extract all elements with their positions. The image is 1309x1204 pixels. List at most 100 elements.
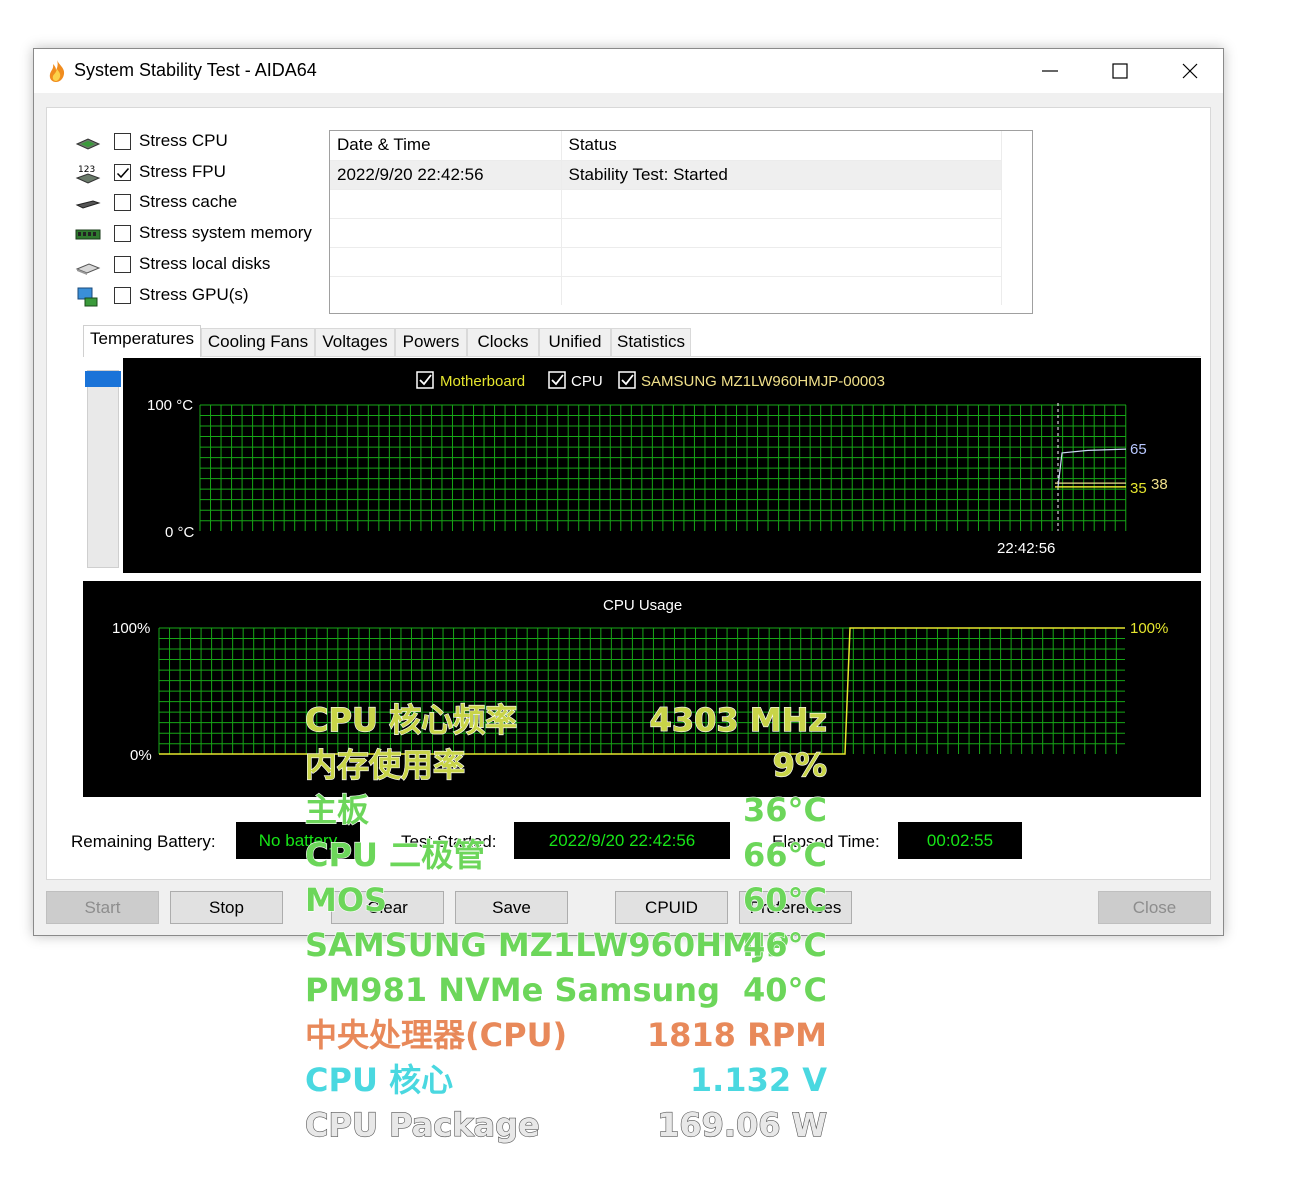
log-empty-row	[330, 189, 1002, 219]
legend-motherboard-label: Motherboard	[440, 373, 525, 390]
close-window-button[interactable]	[1155, 49, 1225, 93]
osd-label: 中央处理器(CPU)	[304, 1015, 568, 1054]
log-empty-row	[330, 218, 1002, 248]
osd-row-cpu-voltage: CPU 核心 1.132 V	[304, 1058, 827, 1102]
log-cell-status: Stability Test: Started	[561, 160, 1002, 190]
osd-row-cpu-package-power: CPU Package 169.06 W	[304, 1103, 827, 1147]
tab-cooling-fans[interactable]: Cooling Fans	[201, 328, 315, 356]
svg-text:123: 123	[78, 165, 95, 175]
aida64-flame-icon	[49, 60, 65, 82]
legend-ssd[interactable]: SAMSUNG MZ1LW960HMJP-00003	[618, 371, 885, 390]
cpu-current-value: 65	[1130, 441, 1147, 458]
cpu-usage-grid	[158, 627, 1125, 754]
tab-unified[interactable]: Unified	[539, 328, 611, 356]
stress-disks-checkbox[interactable]	[114, 256, 131, 273]
osd-row-cpu-fan: 中央处理器(CPU) 1818 RPM	[304, 1013, 827, 1057]
start-button[interactable]: Start	[46, 891, 159, 924]
osd-label: CPU Package	[304, 1105, 540, 1144]
stress-cpu-label: Stress CPU	[139, 131, 228, 150]
temperature-grid	[199, 404, 1127, 531]
close-icon	[1182, 63, 1198, 79]
stress-gpu-checkbox[interactable]	[114, 287, 131, 304]
temperature-chart-svg: Motherboard CPU SAMSUNG MZ1LW960HMJP-000…	[147, 371, 1168, 557]
log-row[interactable]: 2022/9/20 22:42:56 Stability Test: Start…	[330, 160, 1002, 190]
preferences-button[interactable]: Preferences	[739, 891, 852, 924]
minimize-button[interactable]	[1015, 49, 1085, 93]
legend-cpu[interactable]: CPU	[548, 371, 603, 390]
log-header-row: Date & Time Status	[330, 131, 1002, 161]
stability-test-window: System Stability Test - AIDA64 Stress CP…	[33, 48, 1224, 936]
tab-strip-line	[83, 356, 1201, 357]
stop-button[interactable]: Stop	[170, 891, 283, 924]
remaining-battery-value: No battery	[236, 822, 360, 859]
log-empty-row	[330, 247, 1002, 277]
clear-button[interactable]: Clear	[331, 891, 444, 924]
close-button[interactable]: Close	[1098, 891, 1211, 924]
log-cell-date-time: 2022/9/20 22:42:56	[330, 160, 562, 190]
test-started-value: 2022/9/20 22:42:56	[514, 822, 730, 859]
temperature-graph: Motherboard CPU SAMSUNG MZ1LW960HMJP-000…	[123, 358, 1201, 573]
sensor-list-scrollbar[interactable]	[85, 370, 121, 568]
osd-row-ssd2-temp: PM981 NVMe Samsung 40°C	[304, 968, 827, 1012]
stress-cache-checkbox[interactable]	[114, 194, 131, 211]
test-started-label: Test Started:	[401, 832, 497, 851]
cpu-axis-bottom-label: 0%	[130, 747, 152, 764]
stress-fpu-checkbox[interactable]	[114, 164, 131, 181]
title-bar[interactable]: System Stability Test - AIDA64	[34, 49, 1223, 93]
cpu-axis-top-label: 100%	[112, 620, 150, 637]
elapsed-time-label: Elapsed Time:	[772, 832, 880, 851]
column-header-date-time[interactable]: Date & Time	[330, 131, 562, 161]
minimize-icon	[1042, 70, 1058, 72]
osd-label: CPU 核心	[304, 1060, 454, 1099]
client-area: Stress CPU 123 Stress FPU Stress cache S…	[46, 107, 1211, 880]
stress-cache-label: Stress cache	[139, 192, 238, 211]
motherboard-current-value: 35	[1130, 480, 1147, 497]
cpu-usage-title: CPU Usage	[603, 597, 682, 614]
memory-module-icon	[75, 229, 101, 240]
disk-drive-icon	[75, 263, 101, 275]
cache-chip-icon	[75, 200, 101, 209]
osd-label: PM981 NVMe Samsung	[304, 970, 720, 1009]
cpu-chip-icon	[75, 138, 101, 150]
scrollbar-thumb[interactable]	[85, 371, 121, 387]
column-header-status[interactable]: Status	[561, 131, 1002, 161]
tab-temperatures[interactable]: Temperatures	[83, 325, 201, 357]
legend-motherboard[interactable]: Motherboard	[416, 371, 525, 390]
legend-ssd-label: SAMSUNG MZ1LW960HMJP-00003	[641, 373, 885, 390]
cpu-usage-current-value: 100%	[1130, 620, 1168, 637]
fpu-123-icon: 123	[75, 165, 101, 184]
stress-cpu-checkbox[interactable]	[114, 133, 131, 150]
tab-statistics[interactable]: Statistics	[611, 328, 691, 356]
maximize-icon	[1112, 63, 1128, 79]
osd-value: 1.132 V	[689, 1060, 827, 1099]
osd-value: 169.06 W	[656, 1105, 827, 1144]
stress-memory-checkbox[interactable]	[114, 225, 131, 242]
cpuid-button[interactable]: CPUID	[615, 891, 728, 924]
stress-fpu-label: Stress FPU	[139, 162, 226, 181]
maximize-button[interactable]	[1085, 49, 1155, 93]
stress-disks-label: Stress local disks	[139, 254, 271, 273]
gpu-monitor-icon	[77, 287, 98, 307]
cpu-usage-chart-svg: CPU Usage 100% 0% 100%	[112, 597, 1168, 764]
checkmark-icon	[116, 168, 130, 179]
temperature-legend: Motherboard CPU SAMSUNG MZ1LW960HMJP-000…	[416, 371, 885, 390]
tab-clocks[interactable]: Clocks	[467, 328, 539, 356]
temp-axis-top-label: 100 °C	[147, 397, 193, 414]
save-button[interactable]: Save	[455, 891, 568, 924]
remaining-battery-label: Remaining Battery:	[71, 832, 216, 851]
legend-cpu-label: CPU	[571, 373, 603, 390]
stress-gpu-label: Stress GPU(s)	[139, 285, 249, 304]
tab-powers[interactable]: Powers	[395, 328, 467, 356]
status-log-table[interactable]: Date & Time Status 2022/9/20 22:42:56 St…	[329, 130, 1033, 314]
stress-memory-label: Stress system memory	[139, 223, 312, 242]
elapsed-time-value: 00:02:55	[898, 822, 1022, 859]
ssd-current-value: 38	[1151, 476, 1168, 493]
cpu-usage-graph: CPU Usage 100% 0% 100%	[83, 581, 1201, 797]
temp-axis-bottom-label: 0 °C	[165, 524, 195, 541]
log-empty-row	[330, 276, 1002, 305]
tab-voltages[interactable]: Voltages	[315, 328, 395, 356]
time-marker-label: 22:42:56	[997, 540, 1055, 557]
osd-value: 1818 RPM	[646, 1015, 827, 1054]
osd-value: 40°C	[742, 970, 827, 1009]
window-title: System Stability Test - AIDA64	[74, 60, 317, 80]
